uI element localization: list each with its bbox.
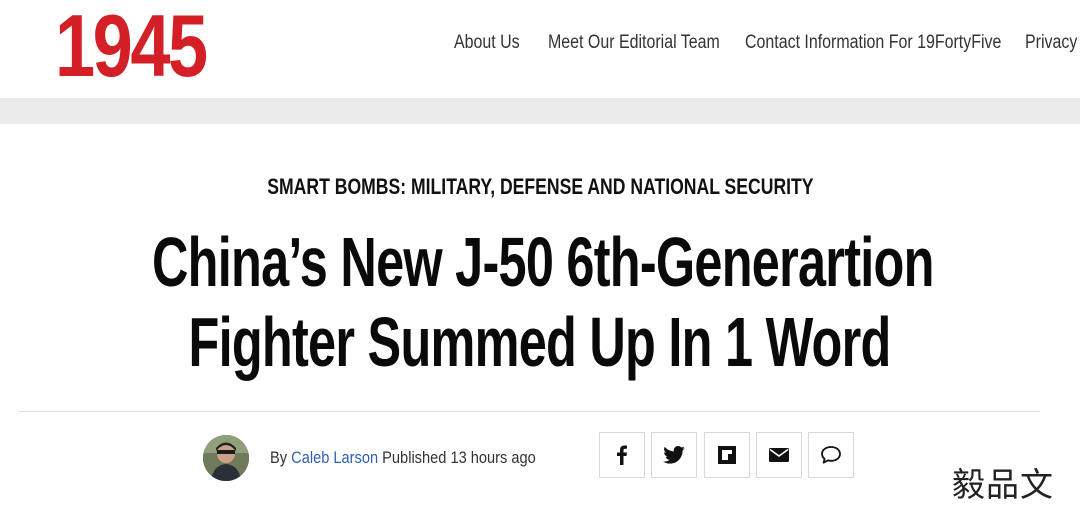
twitter-icon — [663, 446, 685, 464]
article-category[interactable]: SMART BOMBS: MILITARY, DEFENSE AND NATIO… — [0, 174, 1080, 200]
share-comment-button[interactable] — [808, 432, 854, 478]
flipboard-icon — [718, 446, 736, 464]
article-category-label[interactable]: SMART BOMBS: MILITARY, DEFENSE AND NATIO… — [267, 174, 813, 200]
comment-icon — [821, 446, 841, 464]
share-facebook-button[interactable] — [599, 432, 645, 478]
header-divider-bar — [0, 98, 1080, 124]
byline-by-label: By — [270, 448, 288, 467]
author-link[interactable]: Caleb Larson — [291, 448, 378, 467]
article-title-line-1: China’s New J-50 6th-Generartion — [0, 222, 1080, 302]
nav-about-us[interactable]: About Us — [454, 32, 520, 54]
nav-privacy[interactable]: Privacy — [1025, 32, 1077, 54]
published-time: 13 hours ago — [450, 448, 536, 467]
nav-contact-information[interactable]: Contact Information For 19FortyFive — [745, 32, 1001, 54]
byline: By Caleb Larson Published 13 hours ago — [270, 448, 579, 468]
share-flipboard-button[interactable] — [704, 432, 750, 478]
article-title-line-2-text: Fighter Summed Up In 1 Word — [188, 303, 892, 381]
article-title-line-1-text: China’s New J-50 6th-Generartion — [151, 223, 934, 301]
site-header: 1945 About Us Meet Our Editorial Team Co… — [0, 0, 1080, 98]
share-email-button[interactable] — [756, 432, 802, 478]
article-title-line-2: Fighter Summed Up In 1 Word — [0, 302, 1080, 382]
published-label: Published — [382, 448, 447, 467]
author-avatar[interactable] — [203, 435, 249, 481]
share-twitter-button[interactable] — [651, 432, 697, 478]
article-title: China’s New J-50 6th-Generartion Fighter… — [0, 222, 1080, 382]
nav-editorial-team[interactable]: Meet Our Editorial Team — [548, 32, 720, 54]
watermark-text: 毅品文 — [952, 465, 1054, 504]
author-avatar-image — [203, 435, 249, 481]
facebook-icon — [617, 445, 627, 465]
title-divider — [18, 411, 1040, 412]
email-icon — [769, 448, 789, 462]
site-logo[interactable]: 1945 — [55, 2, 208, 90]
